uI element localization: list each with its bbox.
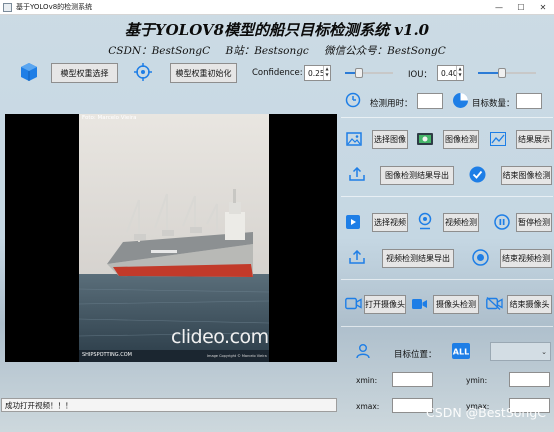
iou-spinbox[interactable]: 0.40 ▲ ▼ (437, 65, 464, 81)
export-icon (349, 250, 365, 264)
confidence-slider-handle[interactable] (355, 68, 363, 78)
select-weights-button[interactable]: 模型权重选择 (51, 63, 118, 83)
spin-arrows-icon[interactable]: ▲ ▼ (323, 66, 330, 80)
window-titlebar: 基于YOLOv8的检测系统 — ☐ ✕ (0, 0, 554, 15)
close-button[interactable]: ✕ (532, 0, 554, 15)
iou-label: IOU： (408, 70, 432, 80)
init-weights-button[interactable]: 模型权重初始化 (170, 63, 237, 83)
confidence-spinbox[interactable]: 0.25 ▲ ▼ (304, 65, 331, 81)
time-label: 检测用时： (370, 99, 413, 109)
csdn-watermark: CSDN @BestSongC (426, 405, 546, 420)
camera-outline-icon (345, 297, 362, 310)
ymin-label: ymin: (466, 376, 488, 385)
stop-image-detect-button[interactable]: 结束图像检测 (501, 166, 552, 185)
image-display: Foto: Marcelo Vieira SHIPSPOTTING.COM Im… (5, 114, 337, 362)
status-bar: 成功打开视频！！！ (1, 398, 337, 412)
pie-chart-icon (452, 92, 469, 109)
xmin-label: xmin: (356, 376, 378, 385)
app-icon (3, 2, 12, 12)
maximize-button[interactable]: ☐ (510, 0, 532, 15)
xmax-label: xmax: (356, 402, 380, 411)
divider (341, 279, 553, 280)
video-detect-button[interactable]: 视频检测 (443, 213, 479, 232)
clideo-watermark: clideo.com (171, 326, 269, 348)
export-video-results-button[interactable]: 视频检测结果导出 (382, 249, 454, 268)
export-icon (349, 167, 365, 181)
target-position-label: 目标位置： (394, 350, 437, 360)
window-title: 基于YOLOv8的检测系统 (16, 3, 93, 11)
divider (341, 117, 553, 118)
status-message: 成功打开视频！！！ (5, 400, 73, 410)
clock-icon (345, 92, 361, 108)
author-info: CSDN：BestSongC B站：Bestsongc 微信公众号：BestSo… (0, 43, 554, 58)
stop-circle-icon (472, 249, 489, 266)
divider (341, 196, 553, 197)
target-icon (134, 63, 152, 81)
chevron-down-icon[interactable]: ⌄ (541, 348, 547, 356)
minimize-button[interactable]: — (488, 0, 510, 15)
target-select[interactable]: ⌄ (490, 342, 551, 361)
count-value-box (516, 93, 542, 109)
user-icon (355, 343, 371, 359)
ymin-field (509, 372, 550, 387)
image-icon (346, 131, 362, 147)
photo-caption: Foto: Marcelo Vieira (82, 115, 137, 121)
check-circle-icon (469, 166, 486, 183)
hull-lettering (151, 250, 177, 253)
spin-arrows-icon[interactable]: ▲ ▼ (456, 66, 463, 80)
camera-detect-button[interactable]: 摄像头检测 (433, 295, 479, 314)
divider (341, 326, 553, 327)
select-image-button[interactable]: 选择图像 (372, 130, 408, 149)
export-image-results-button[interactable]: 图像检测结果导出 (380, 166, 454, 185)
confidence-slider[interactable] (345, 67, 393, 79)
confidence-label: Confidence: (252, 68, 303, 78)
site-logo: SHIPSPOTTING.COM (82, 352, 132, 358)
camera-filled-icon (412, 298, 427, 310)
select-video-button[interactable]: 选择视频 (372, 213, 408, 232)
csdn-label: CSDN：BestSongC (108, 45, 211, 57)
stop-camera-button[interactable]: 结束摄像头 (507, 295, 552, 314)
location-pin-icon (417, 212, 433, 230)
iou-slider-handle[interactable] (498, 68, 506, 78)
video-file-icon (346, 215, 360, 229)
bilibili-label: B站：Bestsongc (225, 45, 309, 57)
open-camera-button[interactable]: 打开摄像头 (364, 295, 406, 314)
svg-text:ALL: ALL (453, 348, 469, 357)
wechat-label: 微信公众号：BestSongC (324, 45, 446, 57)
image-detect-icon (416, 131, 434, 147)
line-chart-icon (490, 132, 506, 146)
photo-copyright: Image Copyright © Marcelo Vieira (207, 354, 267, 358)
iou-slider[interactable] (478, 67, 536, 79)
time-value-box (417, 93, 443, 109)
count-label: 目标数量： (472, 99, 515, 109)
camera-off-icon (486, 297, 503, 310)
pause-detect-button[interactable]: 暂停检测 (516, 213, 552, 232)
show-results-button[interactable]: 结果展示 (516, 130, 552, 149)
image-detect-button[interactable]: 图像检测 (443, 130, 479, 149)
all-targets-icon: ALL (452, 343, 470, 359)
pause-icon (494, 214, 510, 230)
ship-photo: Foto: Marcelo Vieira SHIPSPOTTING.COM Im… (79, 114, 269, 362)
app-title: 基于YOLOV8模型的船只目标检测系统 v1.0 (124, 21, 430, 39)
stop-video-detect-button[interactable]: 结束视频检测 (500, 249, 552, 268)
xmin-field (392, 372, 433, 387)
cube-icon (19, 62, 39, 82)
